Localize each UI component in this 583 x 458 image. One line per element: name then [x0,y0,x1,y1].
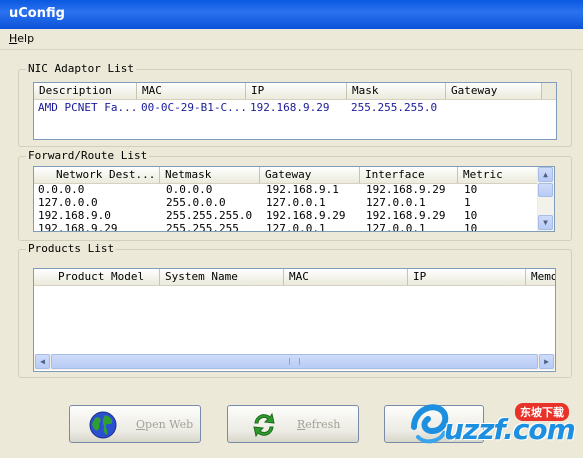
nic-cell-mask: 255.255.255.0 [351,101,438,114]
uzzf-watermark-logo: uzzf.com 东坡下载 [408,395,583,458]
refresh-arrows-icon [253,412,275,438]
route-cell-metric: 10 [464,209,478,222]
products-col-ip[interactable]: IP [408,269,526,285]
watermark-badge: 东坡下载 [515,403,569,421]
route-cell-dest: 192.168.9.0 [38,209,111,222]
window-title: uConfig [9,6,65,21]
nic-col-mac[interactable]: MAC [137,83,246,99]
route-col-netmask[interactable]: Netmask [160,167,260,183]
nic-header: Description MAC IP Mask Gateway [34,83,556,100]
route-cell-gateway: 192.168.9.29 [266,209,346,222]
route-cell-gateway: 127.0.0.1 [266,196,326,209]
refresh-label: Refresh [297,418,341,431]
products-col-system-name[interactable]: System Name [160,269,284,285]
route-cell-dest: 192.168.9.29 [38,222,118,232]
nic-col-gateway[interactable]: Gateway [446,83,542,99]
products-scroll-thumb[interactable] [51,354,538,369]
route-cell-gateway: 192.168.9.1 [266,183,339,196]
route-group-title: Forward/Route List [26,149,150,162]
route-vertical-scrollbar[interactable]: ▲ ▼ [537,167,554,231]
route-cell-metric: 10 [464,222,478,232]
nic-row[interactable]: AMD PCNET Fa... 00-0C-29-B1-C... 192.168… [34,101,542,114]
globe-icon [89,411,117,439]
route-cell-interface: 127.0.0.1 [366,196,426,209]
nic-col-ip[interactable]: IP [246,83,347,99]
menu-bar: Help [0,29,583,50]
scroll-down-arrow-icon[interactable]: ▼ [538,215,553,230]
nic-adaptor-list[interactable]: Description MAC IP Mask Gateway AMD PCNE… [33,82,557,140]
products-col-memo[interactable]: Memo [526,269,555,285]
title-bar[interactable]: uConfig [0,0,583,29]
open-web-button[interactable]: Open Web [69,405,201,443]
products-horizontal-scrollbar[interactable]: ◀ ▶ [34,354,555,370]
route-cell-gateway: 127.0.0.1 [266,222,326,232]
scroll-right-arrow-icon[interactable]: ▶ [539,354,554,369]
route-cell-netmask: 255.0.0.0 [166,196,226,209]
refresh-button[interactable]: Refresh [227,405,359,443]
route-cell-netmask: 255.255.255.0 [166,209,253,222]
open-web-label: Open Web [136,418,194,431]
menu-help[interactable]: Help [9,32,34,45]
route-col-gateway[interactable]: Gateway [260,167,360,183]
route-cell-netmask: 255.255.255 [166,222,239,232]
route-col-network-dest[interactable]: Network Dest... [34,167,160,183]
route-scroll-thumb[interactable] [538,183,553,197]
products-header: Product Model System Name MAC IP Memo [34,269,555,286]
nic-col-mask[interactable]: Mask [347,83,446,99]
scroll-left-arrow-icon[interactable]: ◀ [35,354,50,369]
products-group-title: Products List [26,242,117,255]
route-header: Network Dest... Netmask Gateway Interfac… [34,167,538,184]
route-cell-dest: 127.0.0.0 [38,196,98,209]
scroll-up-arrow-icon[interactable]: ▲ [538,167,553,182]
nic-group-title: NIC Adaptor List [26,62,136,75]
route-list[interactable]: Network Dest... Netmask Gateway Interfac… [33,166,555,232]
grip-icon [289,358,300,365]
nic-cell-description: AMD PCNET Fa... [38,101,138,114]
route-cell-interface: 192.168.9.29 [366,209,446,222]
products-col-mac[interactable]: MAC [284,269,408,285]
route-cell-dest: 0.0.0.0 [38,183,85,196]
nic-col-description[interactable]: Description [34,83,137,99]
route-col-interface[interactable]: Interface [360,167,458,183]
products-col-product-model[interactable]: Product Model [34,269,160,285]
route-cell-metric: 10 [464,183,478,196]
route-cell-metric: 1 [464,196,471,209]
route-col-metric[interactable]: Metric [458,167,538,183]
route-cell-netmask: 0.0.0.0 [166,183,213,196]
nic-cell-mac: 00-0C-29-B1-C... [141,101,247,114]
route-cell-interface: 127.0.0.1 [366,222,426,232]
route-cell-interface: 192.168.9.29 [366,183,446,196]
products-list[interactable]: Product Model System Name MAC IP Memo ◀ … [33,268,556,372]
nic-cell-ip: 192.168.9.29 [250,101,330,114]
